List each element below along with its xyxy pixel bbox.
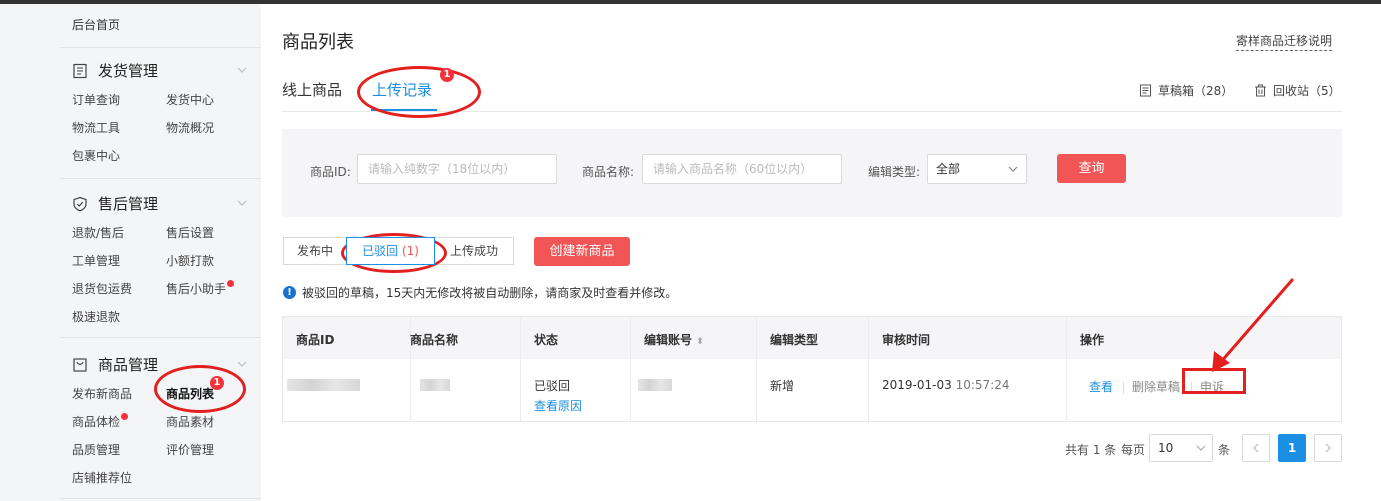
box-icon bbox=[73, 357, 87, 372]
delete-draft-button[interactable]: 删除草稿 bbox=[1132, 378, 1180, 395]
drafts-label: 草稿箱（28） bbox=[1158, 84, 1234, 98]
review-time-cell: 2019-01-03 10:57:24 bbox=[882, 378, 1010, 392]
notice-text: 被驳回的草稿，15天内无修改将被自动删除，请商家及时查看并修改。 bbox=[302, 286, 678, 300]
filter-panel: 商品ID: 请输入纯数字（18位以内） 商品名称: 请输入商品名称（60位以内）… bbox=[282, 129, 1342, 217]
rejected-label: 已驳回 bbox=[362, 244, 399, 258]
sidebar-item-product-materials[interactable]: 商品素材 bbox=[166, 413, 214, 430]
chevron-left-icon bbox=[1253, 443, 1259, 453]
section-aftersale[interactable]: 售后管理 bbox=[72, 193, 158, 214]
info-icon: ! bbox=[283, 286, 296, 299]
list-icon bbox=[73, 63, 87, 78]
divider bbox=[60, 47, 261, 48]
edit-type-cell: 新增 bbox=[770, 379, 795, 393]
query-button[interactable]: 查询 bbox=[1057, 154, 1126, 183]
col-header-edit-account[interactable]: 编辑账号 ⬍ bbox=[644, 331, 704, 348]
drafts-link[interactable]: 草稿箱（28） bbox=[1139, 82, 1233, 99]
product-id-label: 商品ID: bbox=[310, 165, 351, 179]
recycle-bin-link[interactable]: 回收站（5） bbox=[1254, 82, 1341, 99]
page-title: 商品列表 bbox=[282, 32, 354, 53]
sidebar-item-refund[interactable]: 退款/售后 bbox=[72, 224, 124, 241]
per-page-label: 每页 bbox=[1121, 443, 1146, 457]
chevron-down-icon[interactable] bbox=[237, 198, 247, 208]
rejected-count: (1) bbox=[401, 244, 419, 258]
product-name-label: 商品名称: bbox=[582, 165, 635, 179]
edit-type-label: 编辑类型: bbox=[868, 165, 921, 179]
migration-info-link[interactable]: 寄样商品迁移说明 bbox=[1236, 32, 1333, 51]
annotation-badge-2: 1 bbox=[210, 376, 224, 390]
page-1-button[interactable]: 1 bbox=[1278, 434, 1306, 462]
tab-rejected[interactable]: 已驳回 (1) bbox=[346, 237, 435, 265]
notification-dot bbox=[121, 413, 129, 420]
divider bbox=[60, 337, 261, 338]
sidebar-item-logistics-tools[interactable]: 物流工具 bbox=[72, 119, 120, 136]
col-header-review-time: 审核时间 bbox=[882, 333, 931, 347]
sidebar-item-package-center[interactable]: 包裹中心 bbox=[72, 147, 120, 164]
sidebar-item-product-check[interactable]: 商品体检 bbox=[72, 413, 129, 430]
annotation-arrow bbox=[1212, 278, 1295, 372]
sidebar-item-shipping-center[interactable]: 发货中心 bbox=[166, 91, 214, 108]
tab-publishing[interactable]: 发布中 bbox=[283, 237, 347, 265]
per-page-select[interactable]: 10 bbox=[1149, 434, 1213, 462]
product-name-input[interactable]: 请输入商品名称（60位以内） bbox=[642, 154, 842, 184]
divider bbox=[60, 178, 261, 179]
prev-page-button[interactable] bbox=[1242, 434, 1270, 462]
sidebar-item-fast-refund[interactable]: 极速退款 bbox=[72, 308, 120, 325]
redacted-edit-account bbox=[638, 379, 672, 391]
total-count: 共有 1 条 bbox=[1065, 443, 1117, 457]
recycle-bin-label: 回收站（5） bbox=[1273, 84, 1341, 98]
sidebar-item-aftersale-settings[interactable]: 售后设置 bbox=[166, 224, 214, 241]
sidebar-item-order-query[interactable]: 订单查询 bbox=[72, 91, 120, 108]
chevron-down-icon[interactable] bbox=[237, 359, 247, 369]
annotation-ellipse-upload-tab bbox=[357, 66, 481, 118]
next-page-button[interactable] bbox=[1314, 434, 1342, 462]
sidebar-item-reviews[interactable]: 评价管理 bbox=[166, 441, 214, 458]
shield-icon bbox=[73, 196, 87, 211]
section-products[interactable]: 商品管理 bbox=[72, 354, 158, 375]
sort-icon: ⬍ bbox=[696, 337, 704, 347]
edit-type-select[interactable]: 全部 bbox=[927, 154, 1027, 184]
annotation-ellipse-product-list bbox=[154, 365, 246, 413]
sidebar-item-return-shipping[interactable]: 退货包运费 bbox=[72, 280, 132, 297]
create-product-button[interactable]: 创建新商品 bbox=[534, 237, 630, 266]
product-id-input[interactable]: 请输入纯数字（18位以内） bbox=[357, 154, 557, 184]
trash-icon bbox=[1255, 84, 1266, 97]
sidebar-item-quality[interactable]: 品质管理 bbox=[72, 441, 120, 458]
col-header-status: 状态 bbox=[534, 333, 559, 347]
left-padding bbox=[0, 4, 52, 501]
sidebar-item-new-product[interactable]: 发布新商品 bbox=[72, 385, 132, 402]
sidebar-item-tickets[interactable]: 工单管理 bbox=[72, 252, 120, 269]
view-reason-link[interactable]: 查看原因 bbox=[534, 397, 582, 414]
chevron-right-icon bbox=[1325, 443, 1331, 453]
section-title: 发货管理 bbox=[98, 62, 159, 80]
divider bbox=[60, 498, 261, 499]
chevron-down-icon bbox=[1196, 445, 1206, 451]
edit-type-value: 全部 bbox=[936, 162, 961, 176]
sidebar-item-logistics-overview[interactable]: 物流概况 bbox=[166, 119, 214, 136]
per-page-unit: 条 bbox=[1218, 443, 1231, 457]
col-header-product-name: 商品名称 bbox=[410, 333, 459, 347]
notification-dot bbox=[227, 280, 235, 287]
col-header-edit-type: 编辑类型 bbox=[770, 333, 819, 347]
status-cell: 已驳回 bbox=[534, 379, 571, 393]
section-title: 商品管理 bbox=[98, 356, 159, 374]
sidebar-item-home[interactable]: 后台首页 bbox=[72, 16, 120, 33]
tab-online-products[interactable]: 线上商品 bbox=[282, 79, 342, 100]
redacted-product-id bbox=[287, 379, 360, 391]
redacted-product-name bbox=[420, 379, 450, 391]
sidebar-item-aftersale-assistant[interactable]: 售后小助手 bbox=[166, 280, 235, 297]
notice: ! 被驳回的草稿，15天内无修改将被自动删除，请商家及时查看并修改。 bbox=[283, 284, 677, 301]
col-header-product-id: 商品ID bbox=[296, 333, 335, 347]
view-button[interactable]: 查看 bbox=[1089, 378, 1113, 395]
section-shipping[interactable]: 发货管理 bbox=[72, 60, 158, 81]
sidebar: 后台首页 发货管理 订单查询 发货中心 物流工具 物流概况 包裹中心 售后管理 … bbox=[52, 4, 261, 501]
section-title: 售后管理 bbox=[98, 195, 159, 213]
chevron-down-icon[interactable] bbox=[237, 65, 247, 75]
col-header-actions: 操作 bbox=[1080, 333, 1105, 347]
sidebar-item-store-recommend[interactable]: 店铺推荐位 bbox=[72, 469, 132, 486]
annotation-badge-1: 1 bbox=[440, 68, 454, 82]
chevron-down-icon bbox=[1008, 166, 1018, 172]
sidebar-item-small-payment[interactable]: 小额打款 bbox=[166, 252, 214, 269]
document-icon bbox=[1140, 84, 1151, 97]
